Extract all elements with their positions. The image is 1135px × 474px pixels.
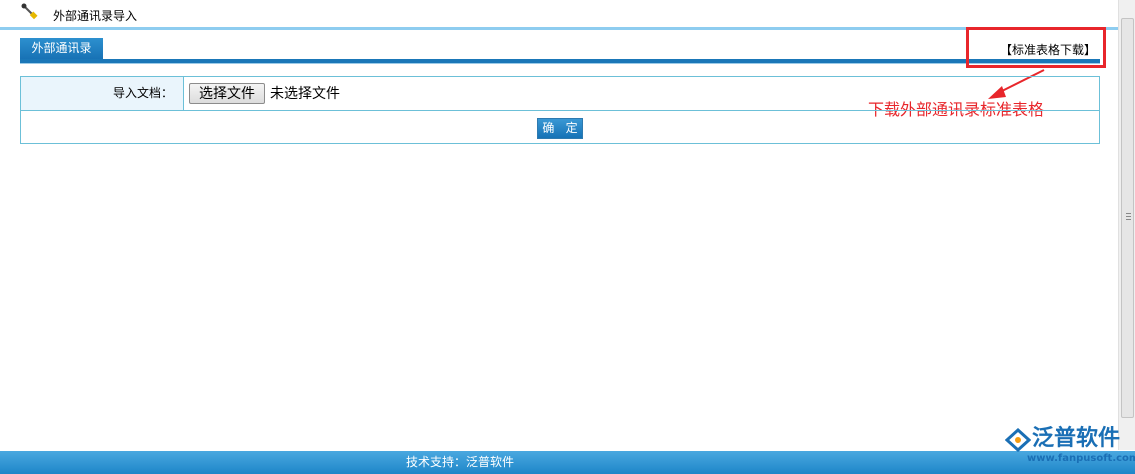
tab-row: 外部通讯录 【标准表格下载】 <box>20 38 1100 65</box>
import-doc-label: 导入文档： <box>21 77 184 110</box>
footer-bar: 技术支持：泛普软件 <box>0 451 1135 474</box>
confirm-button[interactable]: 确 定 <box>537 118 583 139</box>
brand-logo: 泛普软件 www.fanpusoft.com <box>1005 424 1135 472</box>
logo-mark-icon <box>1005 428 1031 452</box>
annotation-highlight-box <box>966 27 1106 68</box>
tab-external-contacts[interactable]: 外部通讯录 <box>20 38 103 59</box>
scrollbar-thumb[interactable] <box>1121 18 1134 418</box>
vertical-scrollbar[interactable] <box>1118 0 1135 450</box>
tab-underline-light <box>20 63 1100 64</box>
page-title: 外部通讯录导入 <box>53 9 138 23</box>
choose-file-button[interactable]: 选择文件 <box>189 83 265 104</box>
grip-line <box>1126 219 1131 220</box>
title-divider <box>0 27 1118 30</box>
title-bar: 外部通讯录导入 <box>0 0 1118 30</box>
import-form-table: 导入文档： 选择文件 未选择文件 确 定 <box>20 76 1100 144</box>
footer-support-text: 技术支持：泛普软件 <box>406 455 515 469</box>
file-row: 导入文档： 选择文件 未选择文件 <box>21 77 1099 111</box>
logo-url: www.fanpusoft.com <box>1027 453 1135 464</box>
grip-line <box>1126 213 1131 214</box>
tool-icon <box>21 3 38 20</box>
file-status-text: 未选择文件 <box>270 86 340 102</box>
logo-name: 泛普软件 <box>1032 426 1121 451</box>
grip-line <box>1126 216 1131 217</box>
